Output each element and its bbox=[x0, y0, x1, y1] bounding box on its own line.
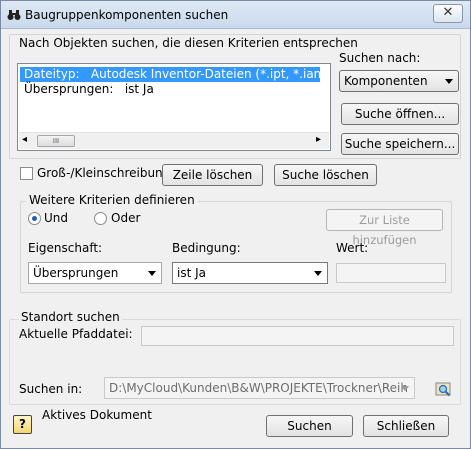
delete-row-button[interactable]: Zeile löschen bbox=[162, 164, 263, 186]
horizontal-scrollbar[interactable]: ◂ III ▸ bbox=[19, 132, 329, 149]
close-icon: ✕ bbox=[442, 5, 454, 20]
criteria-list[interactable]: Dateityp: Autodesk Inventor-Dateien (*.i… bbox=[17, 63, 331, 151]
dialog-window: Baugruppenkomponenten suchen ✕ Nach Obje… bbox=[0, 0, 471, 449]
scroll-right-icon[interactable]: ▸ bbox=[316, 134, 321, 145]
current-file-input[interactable] bbox=[141, 326, 454, 346]
chevron-down-icon bbox=[314, 271, 322, 276]
condition-label: Bedingung: bbox=[172, 241, 241, 255]
browse-folder-icon[interactable] bbox=[435, 380, 452, 397]
close-window-button[interactable]: ✕ bbox=[433, 4, 463, 23]
condition-dropdown[interactable]: ist Ja bbox=[172, 262, 328, 284]
active-document-label: Aktives Dokument bbox=[42, 408, 152, 422]
criteria-heading: Nach Objekten suchen, die diesen Kriteri… bbox=[19, 36, 358, 50]
property-label: Eigenschaft: bbox=[28, 241, 103, 255]
open-search-button[interactable]: Suche öffnen... bbox=[341, 103, 459, 125]
or-label: Oder bbox=[111, 211, 141, 225]
criteria-row-skipped[interactable]: Übersprungen: ist Ja bbox=[20, 82, 320, 97]
value-input[interactable] bbox=[336, 263, 446, 283]
delete-search-button[interactable]: Suche löschen bbox=[274, 164, 377, 186]
criteria-row-filetype[interactable]: Dateityp: Autodesk Inventor-Dateien (*.i… bbox=[20, 67, 330, 82]
search-button[interactable]: Suchen bbox=[266, 415, 353, 437]
search-for-dropdown[interactable]: Komponenten bbox=[339, 70, 459, 92]
condition-value: ist Ja bbox=[177, 266, 206, 280]
chevron-down-icon bbox=[401, 386, 409, 391]
save-search-button[interactable]: Suche speichern... bbox=[341, 133, 459, 155]
help-button[interactable]: ? bbox=[13, 415, 32, 434]
search-in-label: Suchen in: bbox=[19, 382, 83, 396]
case-sensitive-label: Groß-/Kleinschreibung bbox=[37, 166, 171, 180]
title-bar: Baugruppenkomponenten suchen ✕ bbox=[1, 1, 470, 29]
close-button[interactable]: Schließen bbox=[363, 415, 449, 437]
or-radio[interactable] bbox=[94, 212, 107, 225]
chevron-down-icon bbox=[148, 271, 156, 276]
binoculars-icon bbox=[7, 10, 21, 20]
current-file-label: Aktuelle Pfaddatei: bbox=[19, 327, 133, 341]
case-sensitive-checkbox[interactable] bbox=[20, 167, 33, 180]
and-label: Und bbox=[44, 211, 69, 225]
chevron-down-icon bbox=[445, 79, 453, 84]
scroll-grip-icon: III bbox=[52, 137, 60, 145]
and-radio[interactable] bbox=[28, 212, 41, 225]
scroll-left-icon[interactable]: ◂ bbox=[22, 134, 27, 145]
window-title: Baugruppenkomponenten suchen bbox=[25, 8, 229, 22]
search-for-label: Suchen nach: bbox=[339, 51, 421, 65]
add-to-list-button[interactable]: Zur Liste hinzufügen bbox=[326, 209, 443, 247]
search-for-value: Komponenten bbox=[344, 74, 428, 88]
more-criteria-legend: Weitere Kriterien definieren bbox=[26, 193, 198, 207]
location-legend: Standort suchen bbox=[19, 310, 122, 324]
property-dropdown[interactable]: Übersprungen bbox=[28, 262, 162, 284]
help-icon: ? bbox=[19, 417, 26, 431]
scroll-thumb[interactable]: III bbox=[37, 135, 75, 147]
value-label: Wert: bbox=[336, 241, 369, 255]
search-in-value: D:\MyCloud\Kunden\B&W\PROJEKTE\Trockner\… bbox=[109, 381, 408, 395]
search-in-dropdown[interactable]: D:\MyCloud\Kunden\B&W\PROJEKTE\Trockner\… bbox=[104, 377, 415, 399]
property-value: Übersprungen bbox=[33, 266, 119, 280]
